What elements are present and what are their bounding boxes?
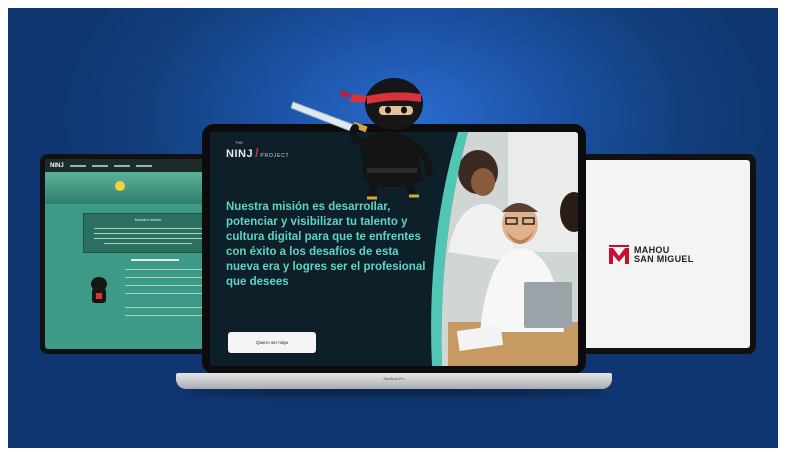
text-line — [104, 243, 192, 244]
text-line — [94, 233, 202, 234]
ninja-mascot-icon — [89, 277, 109, 305]
mahou-wordmark: MAHOU SAN MIGUEL — [634, 246, 694, 264]
section-heading-line — [131, 259, 179, 261]
left-site-mission-box: Nuestra misión — [83, 213, 213, 253]
mission-headline: Nuestra misión es desarrollar, potenciar… — [226, 201, 426, 288]
text-line — [125, 293, 205, 294]
right-monitor: MAHOU SAN MIGUEL — [576, 154, 756, 354]
mahou-wordmark-line2: SAN MIGUEL — [634, 254, 694, 264]
nav-link — [91, 164, 108, 167]
text-line — [94, 228, 202, 229]
ninja-mascot-icon — [291, 78, 434, 202]
nav-link — [69, 164, 86, 167]
brand-tail: PROJECT — [260, 153, 290, 159]
nav-link — [135, 164, 152, 167]
left-site-logo: NINJ — [50, 162, 64, 169]
banner-background: NINJ Nuestra misión MAHOU SAN MIGUEL THE… — [8, 8, 778, 448]
brand-the: THE — [235, 140, 243, 145]
mission-box-title: Nuestra misión — [134, 217, 162, 222]
mahou-san-miguel-logo: MAHOU SAN MIGUEL — [608, 244, 694, 266]
brand-main: NINJ — [226, 148, 254, 160]
ninja-project-logo: THE NINJ / PROJECT — [226, 140, 290, 160]
mahou-m-icon — [609, 245, 629, 264]
laptop-shadow — [186, 388, 606, 396]
right-monitor-screen: MAHOU SAN MIGUEL — [582, 160, 750, 348]
laptop-model-label: MacBook Pro — [383, 377, 405, 381]
brand-slash-icon: / — [255, 146, 259, 160]
cta-button[interactable]: Quiero ser ninja — [228, 332, 316, 353]
laptop-base: MacBook Pro — [176, 373, 612, 389]
nav-link — [113, 164, 130, 167]
sun-icon — [115, 181, 125, 191]
text-line — [94, 238, 202, 239]
